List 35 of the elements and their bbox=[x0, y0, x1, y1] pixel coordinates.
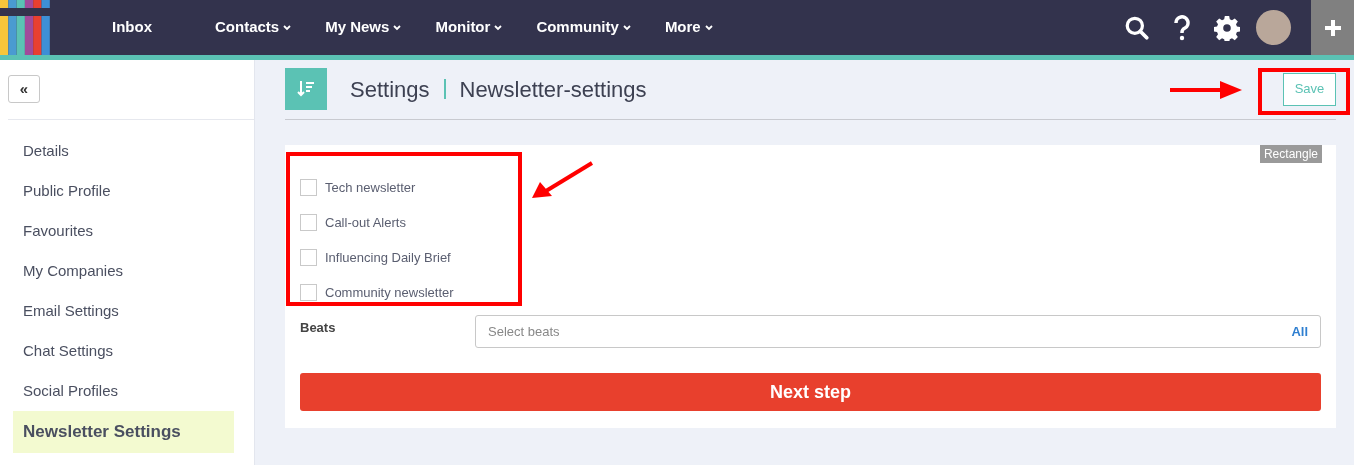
next-step-button[interactable]: Next step bbox=[300, 373, 1321, 411]
help-icon[interactable] bbox=[1172, 14, 1192, 41]
logo-icon bbox=[0, 0, 50, 55]
beats-select-field[interactable]: Select beats All bbox=[475, 315, 1321, 348]
rectangle-tag: Rectangle bbox=[1259, 145, 1322, 163]
avatar-icon[interactable] bbox=[1256, 10, 1291, 45]
annotation-arrow bbox=[530, 160, 596, 200]
sidebar-item[interactable]: Chat Settings bbox=[13, 331, 234, 371]
sidebar-item[interactable]: Newsletter Settings bbox=[13, 411, 234, 453]
sidebar-item[interactable]: Favourites bbox=[13, 211, 234, 251]
settings-icon[interactable] bbox=[1214, 14, 1240, 41]
nav-menu-item[interactable]: My News bbox=[325, 16, 402, 39]
search-icon[interactable] bbox=[1124, 14, 1150, 41]
beats-label: Beats bbox=[300, 319, 337, 337]
nav-menu-item[interactable]: Community bbox=[536, 16, 631, 39]
nav-menu-item[interactable]: Inbox bbox=[112, 16, 215, 39]
nav-menu-item[interactable]: Monitor bbox=[435, 16, 503, 39]
sort-icon bbox=[285, 68, 327, 110]
sidebar-item[interactable]: Social Profiles bbox=[13, 371, 234, 411]
collapse-button[interactable]: « bbox=[8, 75, 40, 103]
newsletter-checkbox[interactable]: Influencing Daily Brief bbox=[300, 240, 500, 275]
plus-icon bbox=[1322, 17, 1343, 38]
newsletter-checkbox[interactable]: Community newsletter bbox=[300, 275, 500, 310]
nav-menu-item[interactable]: More bbox=[664, 16, 713, 39]
sidebar-item[interactable]: Public Profile bbox=[13, 171, 234, 211]
nav-menu-item[interactable]: Contacts bbox=[215, 16, 292, 39]
sidebar-item[interactable]: Details bbox=[13, 131, 234, 171]
page-title: Newsletter-settings bbox=[459, 75, 647, 104]
newsletter-checkbox[interactable]: Tech newsletter bbox=[300, 170, 500, 205]
newsletter-checkbox[interactable]: Call-out Alerts bbox=[300, 205, 500, 240]
all-link[interactable]: All bbox=[1291, 321, 1308, 342]
sidebar-item[interactable]: Email Settings bbox=[13, 291, 234, 331]
sidebar-item[interactable]: My Companies bbox=[13, 251, 234, 291]
breadcrumb-title: Settings bbox=[350, 75, 430, 104]
add-button[interactable] bbox=[1311, 0, 1354, 55]
